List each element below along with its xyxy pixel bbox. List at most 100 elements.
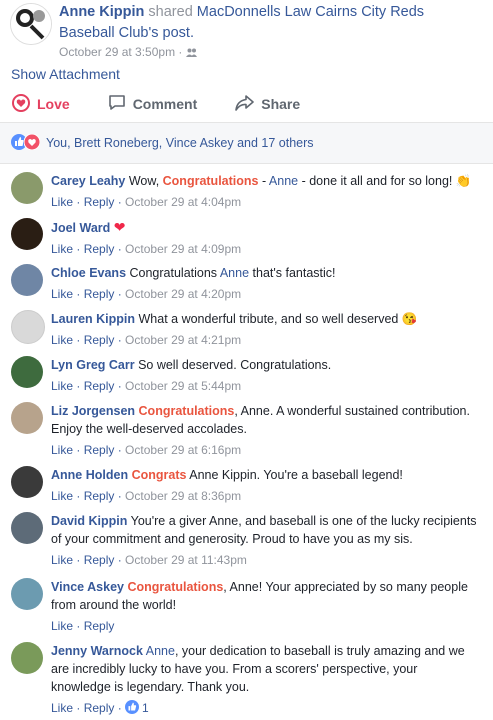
reply-link[interactable]: Reply: [84, 443, 115, 457]
meta-separator: ·: [178, 45, 183, 59]
comment-time[interactable]: October 29 at 6:16pm: [125, 443, 241, 457]
reply-link[interactable]: Reply: [84, 333, 115, 347]
reactions-summary[interactable]: You, Brett Roneberg, Vince Askey and 17 …: [46, 136, 314, 150]
love-label: Love: [37, 96, 70, 112]
comment-time[interactable]: October 29 at 4:21pm: [125, 333, 241, 347]
commenter-name[interactable]: David Kippin: [51, 514, 127, 528]
comment-meta: Like · Reply · October 29 at 4:20pm: [51, 287, 242, 301]
post-timestamp[interactable]: October 29 at 3:50pm: [59, 45, 175, 59]
love-reaction-icon: [23, 133, 41, 153]
share-icon: [235, 94, 261, 114]
comment-meta: Like · Reply · October 29 at 6:16pm: [51, 443, 242, 457]
comment-label: Comment: [132, 96, 198, 112]
comment-icon: [108, 94, 133, 114]
like-count[interactable]: 1: [125, 699, 149, 717]
comment-text: Congratulations: [126, 266, 220, 280]
reaction-icons: [11, 133, 41, 153]
like-link[interactable]: Like: [51, 489, 73, 503]
post-header: Anne Kippin shared MacDonnells Law Cairn…: [0, 0, 493, 62]
avatar[interactable]: [11, 172, 43, 204]
like-reaction-icon: [125, 699, 142, 717]
comment-meta: Like · Reply · October 29 at 4:21pm: [51, 333, 242, 347]
comment-time[interactable]: October 29 at 11:43pm: [125, 553, 247, 567]
comment-time[interactable]: October 29 at 5:44pm: [125, 379, 241, 393]
comment-text: So well deserved. Congratulations.: [134, 358, 332, 372]
comment-text: What a wonderful tribute, and so well de…: [135, 312, 402, 326]
commenter-name[interactable]: Jenny Warnock: [51, 644, 143, 658]
reply-link[interactable]: Reply: [84, 701, 115, 715]
clap-emoji-icon: 👏: [455, 174, 472, 188]
avatar[interactable]: [11, 512, 43, 544]
kiss-emoji-icon: 😘: [401, 312, 418, 326]
share-button[interactable]: Share: [235, 94, 301, 114]
comment-text: that's fantastic!: [249, 266, 336, 280]
like-link[interactable]: Like: [51, 195, 73, 209]
friends-icon: [185, 45, 197, 59]
avatar[interactable]: [11, 578, 43, 610]
avatar[interactable]: [11, 356, 43, 388]
reply-link[interactable]: Reply: [84, 553, 115, 567]
like-link[interactable]: Like: [51, 443, 73, 457]
comment-time[interactable]: October 29 at 8:36pm: [125, 489, 241, 503]
avatar[interactable]: [11, 310, 45, 344]
comment-meta: Like · Reply · October 29 at 8:36pm: [51, 489, 242, 503]
comment-time[interactable]: October 29 at 4:09pm: [125, 242, 241, 256]
tag-link[interactable]: Congratulations: [139, 404, 235, 418]
show-attachment-link[interactable]: Show Attachment: [11, 66, 120, 82]
comment-meta: Like · Reply · October 29 at 5:44pm: [51, 379, 242, 393]
comment-meta: Like · Reply · 1: [51, 699, 149, 717]
mention-link[interactable]: Anne: [269, 174, 298, 188]
reply-link[interactable]: Reply: [84, 489, 115, 503]
post-actions: Love Comment Share: [0, 86, 493, 123]
avatar[interactable]: [11, 642, 43, 674]
post-meta: October 29 at 3:50pm ·: [59, 45, 197, 59]
mention-link[interactable]: Anne: [220, 266, 249, 280]
share-label: Share: [261, 96, 301, 112]
comment-button[interactable]: Comment: [108, 94, 198, 114]
comment-time[interactable]: October 29 at 4:04pm: [125, 195, 241, 209]
shared-text: shared: [148, 4, 193, 20]
comment-meta: Like · Reply · October 29 at 11:43pm: [51, 553, 247, 567]
tag-link[interactable]: Congratulations: [163, 174, 259, 188]
commenter-name[interactable]: Lyn Greg Carr: [51, 358, 135, 372]
reply-link[interactable]: Reply: [84, 619, 115, 633]
like-link[interactable]: Like: [51, 333, 73, 347]
commenter-name[interactable]: Lauren Kippin: [51, 312, 135, 326]
reply-link[interactable]: Reply: [84, 242, 115, 256]
heart-emoji-icon: ❤: [113, 219, 126, 235]
commenter-name[interactable]: Vince Askey: [51, 580, 124, 594]
love-button[interactable]: Love: [12, 93, 70, 115]
post-link[interactable]: 's post.: [148, 25, 193, 41]
tag-link[interactable]: Congratulations: [127, 580, 223, 594]
avatar[interactable]: [11, 218, 43, 250]
avatar[interactable]: [11, 402, 43, 434]
like-count-value: 1: [142, 701, 149, 715]
like-link[interactable]: Like: [51, 553, 73, 567]
commenter-name[interactable]: Carey Leahy: [51, 174, 125, 188]
comment-text: -: [258, 174, 269, 188]
comment-meta: Like · Reply · October 29 at 4:09pm: [51, 242, 242, 256]
commenter-name[interactable]: Chloe Evans: [51, 266, 126, 280]
avatar[interactable]: [11, 264, 43, 296]
comment-time[interactable]: October 29 at 4:20pm: [125, 287, 241, 301]
comment-text: - done it all and for so long!: [298, 174, 456, 188]
commenter-name[interactable]: Joel Ward: [51, 221, 110, 235]
reply-link[interactable]: Reply: [84, 287, 115, 301]
like-link[interactable]: Like: [51, 287, 73, 301]
like-link[interactable]: Like: [51, 701, 73, 715]
commenter-name[interactable]: Anne Holden: [51, 468, 128, 482]
avatar[interactable]: [11, 466, 43, 498]
reply-link[interactable]: Reply: [84, 379, 115, 393]
commenter-name[interactable]: Liz Jorgensen: [51, 404, 135, 418]
post-title: Anne Kippin shared MacDonnells Law Cairn…: [59, 2, 473, 44]
author-link[interactable]: Anne Kippin: [59, 4, 144, 20]
reactions-bar: You, Brett Roneberg, Vince Askey and 17 …: [0, 123, 493, 164]
like-link[interactable]: Like: [51, 242, 73, 256]
author-avatar[interactable]: [10, 3, 52, 45]
like-link[interactable]: Like: [51, 619, 73, 633]
tag-link[interactable]: Congrats: [132, 468, 187, 482]
reply-link[interactable]: Reply: [84, 195, 115, 209]
comment-text: Anne Kippin. You're a baseball legend!: [186, 468, 403, 482]
mention-link[interactable]: Anne: [146, 644, 175, 658]
like-link[interactable]: Like: [51, 379, 73, 393]
